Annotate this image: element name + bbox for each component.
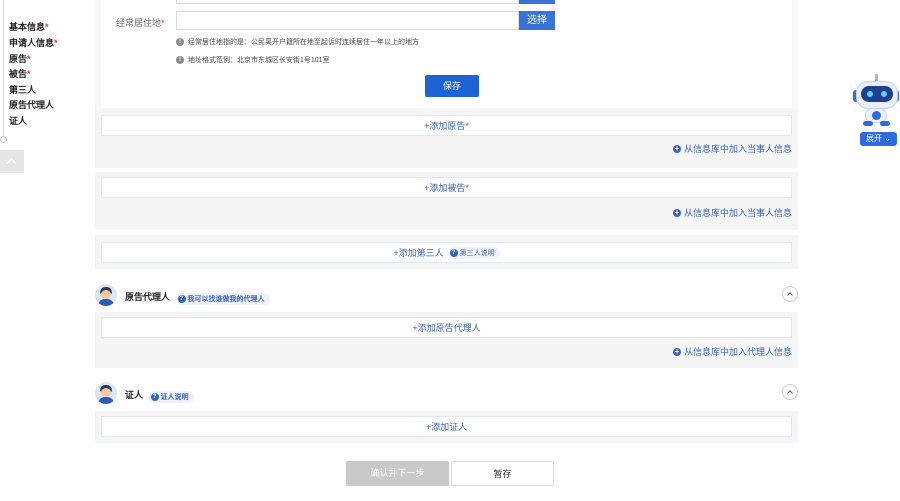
step-witness[interactable]: 证人 [9,114,27,127]
add-plaintiff-agent-button[interactable]: +添加原告代理人 [101,317,792,338]
step-basic-info[interactable]: 基本信息* [9,20,49,33]
residence-hint-text: 经常居住地指的是：公民离开户籍所在地至起诉时连续居住一年以上的地方 [188,39,419,46]
chevron-up-icon [6,158,17,169]
third-party-tip[interactable]: ? 第三人说明 [447,246,500,259]
residence-hint: ! 经常居住地指的是：公民离开户籍所在地至起诉时连续居住一年以上的地方 [176,37,419,47]
plus-circle-icon: + [672,346,681,356]
step-defendant[interactable]: 被告* [9,67,31,80]
add-defendant-button[interactable]: +添加被告* [101,177,792,198]
plaintiff-agent-tip[interactable]: ? 我可以找谁做我的代理人 [175,293,270,305]
avatar [95,382,117,404]
step-third-party[interactable]: 第三人 [9,83,36,96]
robot-expand-button[interactable]: 展开 ⌄ [860,132,897,146]
add-plaintiff-button[interactable]: +添加原告* [101,115,792,136]
residence-label: 经常居住地* [116,18,165,28]
question-circle-icon: ? [449,248,458,257]
add-third-party-button[interactable]: +添加第三人 ? 第三人说明 [101,242,792,263]
step-line [3,0,4,140]
stash-button[interactable]: 暂存 [451,461,554,486]
plus-circle-icon: + [672,207,681,217]
chevron-up-icon [787,390,793,396]
confirm-next-button[interactable]: 确认并下一步 [346,461,449,486]
plaintiff-library-link[interactable]: + 从信息库中加入当事人信息 [672,142,792,155]
info-circle-icon: ! [176,38,184,46]
third-party-panel: +添加第三人 ? 第三人说明 [95,235,798,269]
previous-input-edge [176,0,519,4]
step-end-dot [0,136,7,143]
plaintiff-agent-header: 原告代理人 ? 我可以找谁做我的代理人 [95,284,798,312]
back-to-top-button[interactable] [0,150,24,173]
add-witness-button[interactable]: +添加证人 [101,416,792,437]
chevron-down-icon: ⌄ [884,134,891,143]
witness-collapse-button[interactable] [782,384,798,400]
witness-panel: +添加证人 [95,411,798,443]
witness-header: 证人 ? 证人说明 [95,382,798,410]
plaintiff-panel: +添加原告* + 从信息库中加入当事人信息 [95,110,798,168]
main-form: 经常居住地* 选择 ! 经常居住地指的是：公民离开户籍所在地至起诉时连续居住一年… [95,0,798,501]
address-format-hint-text: 地址格式范例：北京市东城区长安街1号101室 [188,57,330,64]
save-button[interactable]: 保存 [425,75,479,97]
defendant-panel: +添加被告* + 从信息库中加入当事人信息 [95,172,798,230]
step-applicant-info[interactable]: 申请人信息* [9,36,58,49]
step-plaintiff[interactable]: 原告* [9,52,31,65]
assistant-robot[interactable]: 展开 ⌄ [852,74,900,148]
step-navigation: 基本信息* 申请人信息* 原告* 被告* 第三人 原告代理人 证人 [0,0,60,150]
plaintiff-agent-title: 原告代理人 [125,292,171,302]
chevron-up-icon [787,292,793,298]
plaintiff-agent-panel: +添加原告代理人 + 从信息库中加入代理人信息 [95,312,798,368]
step-plaintiff-agent[interactable]: 原告代理人 [9,98,54,111]
residence-input[interactable] [176,11,519,30]
residence-panel: 经常居住地* 选择 ! 经常居住地指的是：公民离开户籍所在地至起诉时连续居住一年… [95,0,798,110]
defendant-library-link[interactable]: + 从信息库中加入当事人信息 [672,206,792,219]
avatar [95,284,117,306]
address-format-hint: ! 地址格式范例：北京市东城区长安街1号101室 [176,55,330,65]
agent-library-link[interactable]: + 从信息库中加入代理人信息 [672,345,792,358]
question-circle-icon: ? [177,295,186,303]
witness-title: 证人 [125,390,144,400]
plus-circle-icon: + [672,143,681,153]
plaintiff-agent-collapse-button[interactable] [782,286,798,302]
residence-card: 经常居住地* 选择 ! 经常居住地指的是：公民离开户籍所在地至起诉时连续居住一年… [101,0,792,108]
question-circle-icon: ? [150,393,159,401]
witness-tip[interactable]: ? 证人说明 [148,391,194,403]
residence-select-button[interactable]: 选择 [519,11,555,30]
previous-select-button-edge[interactable] [519,0,555,4]
info-circle-icon: ! [176,56,184,64]
